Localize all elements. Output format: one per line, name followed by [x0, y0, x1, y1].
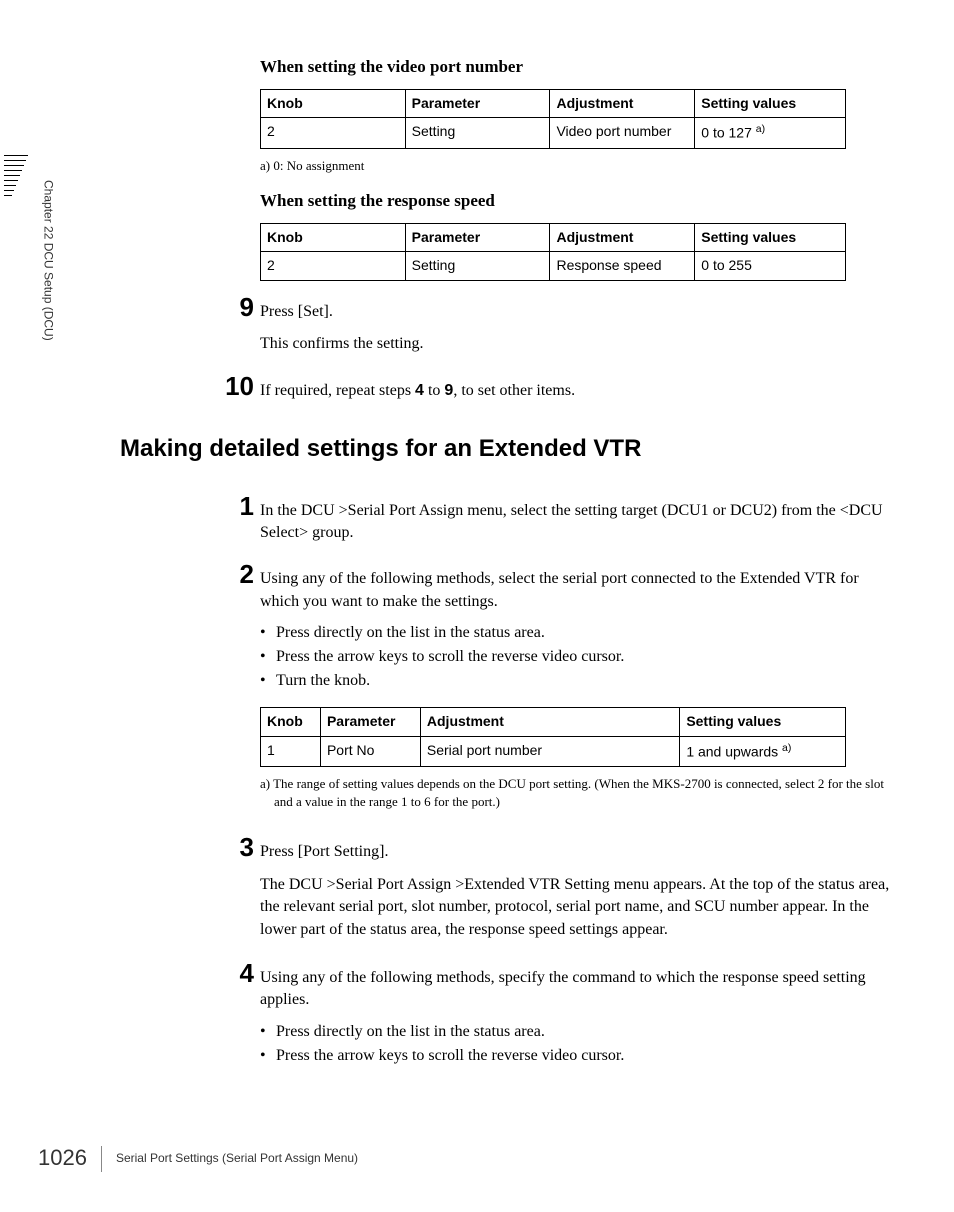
- side-tab-lines: [0, 155, 28, 215]
- footer-section-title: Serial Port Settings (Serial Port Assign…: [116, 1150, 358, 1167]
- th-setting-values: Setting values: [680, 708, 846, 737]
- step-10: 10 If required, repeat steps 4 to 9, to …: [120, 368, 890, 404]
- cell-setting-values: 0 to 127 a): [695, 118, 846, 148]
- step-number-3: 3: [216, 829, 254, 865]
- cell-parameter: Port No: [320, 736, 420, 766]
- step-4-text: Using any of the following methods, spec…: [254, 967, 890, 1012]
- list-item: Press the arrow keys to scroll the rever…: [260, 645, 890, 669]
- table-response-speed: Knob Parameter Adjustment Setting values…: [260, 223, 846, 281]
- th-setting-values: Setting values: [695, 223, 846, 252]
- subheading-video-port: When setting the video port number: [260, 55, 890, 79]
- step-number-1: 1: [216, 488, 254, 524]
- cell-knob: 2: [261, 252, 406, 281]
- page-content: When setting the video port number Knob …: [120, 55, 890, 1082]
- cell-setting-values: 1 and upwards a): [680, 736, 846, 766]
- section-heading-extended-vtr: Making detailed settings for an Extended…: [120, 432, 890, 466]
- page-footer: 1026 Serial Port Settings (Serial Port A…: [38, 1143, 358, 1174]
- table-row: 2 Setting Response speed 0 to 255: [261, 252, 846, 281]
- chapter-side-label: Chapter 22 DCU Setup (DCU): [38, 180, 58, 460]
- step-1-text: In the DCU >Serial Port Assign menu, sel…: [254, 500, 890, 545]
- step-3-continuation: The DCU >Serial Port Assign >Extended VT…: [260, 874, 890, 941]
- step-2-bullets: Press directly on the list in the status…: [260, 621, 890, 693]
- step-number-2: 2: [216, 556, 254, 592]
- cell-knob: 2: [261, 118, 406, 148]
- list-item: Press directly on the list in the status…: [260, 621, 890, 645]
- cell-parameter: Setting: [405, 252, 550, 281]
- step-2: 2 Using any of the following methods, se…: [120, 556, 890, 613]
- footnote-a-video: a) 0: No assignment: [260, 157, 890, 175]
- step-10-text: If required, repeat steps 4 to 9, to set…: [254, 380, 890, 402]
- table-video-port: Knob Parameter Adjustment Setting values…: [260, 89, 846, 149]
- th-parameter: Parameter: [405, 223, 550, 252]
- table-row: 2 Setting Video port number 0 to 127 a): [261, 118, 846, 148]
- step-number-4: 4: [216, 955, 254, 991]
- cell-adjustment: Response speed: [550, 252, 695, 281]
- list-item: Press directly on the list in the status…: [260, 1020, 890, 1044]
- table-port-no: Knob Parameter Adjustment Setting values…: [260, 707, 846, 767]
- th-parameter: Parameter: [320, 708, 420, 737]
- subheading-response-speed: When setting the response speed: [260, 189, 890, 213]
- step-2-text: Using any of the following methods, sele…: [254, 568, 890, 613]
- table-header-row: Knob Parameter Adjustment Setting values: [261, 708, 846, 737]
- th-adjustment: Adjustment: [550, 89, 695, 118]
- th-knob: Knob: [261, 708, 321, 737]
- page-number: 1026: [38, 1143, 87, 1174]
- cell-adjustment: Serial port number: [420, 736, 679, 766]
- footnote-a-port: a) The range of setting values depends o…: [260, 775, 890, 811]
- th-knob: Knob: [261, 223, 406, 252]
- step-3: 3 Press [Port Setting].: [120, 829, 890, 865]
- step-9-continuation: This confirms the setting.: [260, 333, 890, 355]
- step-4: 4 Using any of the following methods, sp…: [120, 955, 890, 1012]
- table-header-row: Knob Parameter Adjustment Setting values: [261, 89, 846, 118]
- cell-setting-values: 0 to 255: [695, 252, 846, 281]
- cell-knob: 1: [261, 736, 321, 766]
- cell-adjustment: Video port number: [550, 118, 695, 148]
- table-row: 1 Port No Serial port number 1 and upwar…: [261, 736, 846, 766]
- step-9-text: Press [Set].: [254, 301, 890, 323]
- list-item: Turn the knob.: [260, 669, 890, 693]
- th-setting-values: Setting values: [695, 89, 846, 118]
- cell-parameter: Setting: [405, 118, 550, 148]
- list-item: Press the arrow keys to scroll the rever…: [260, 1044, 890, 1068]
- step-1: 1 In the DCU >Serial Port Assign menu, s…: [120, 488, 890, 545]
- th-knob: Knob: [261, 89, 406, 118]
- footer-divider: [101, 1146, 102, 1172]
- step-number-9: 9: [216, 289, 254, 325]
- th-adjustment: Adjustment: [550, 223, 695, 252]
- table-header-row: Knob Parameter Adjustment Setting values: [261, 223, 846, 252]
- step-4-bullets: Press directly on the list in the status…: [260, 1020, 890, 1068]
- th-parameter: Parameter: [405, 89, 550, 118]
- step-9: 9 Press [Set].: [120, 289, 890, 325]
- th-adjustment: Adjustment: [420, 708, 679, 737]
- step-number-10: 10: [216, 368, 254, 404]
- step-3-text: Press [Port Setting].: [254, 841, 890, 863]
